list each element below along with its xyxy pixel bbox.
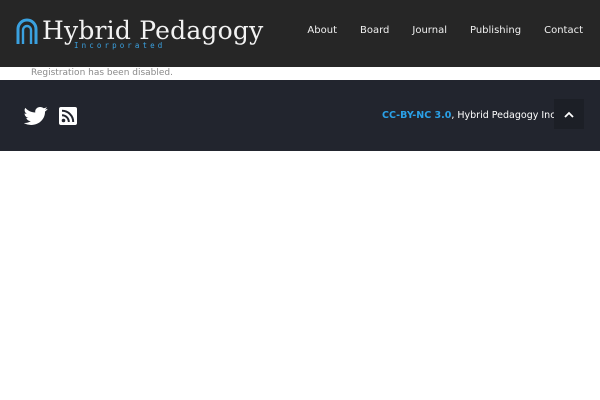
rss-link[interactable]	[59, 107, 83, 125]
logo-subtitle: Incorporated	[74, 41, 166, 50]
credit-separator: ,	[451, 110, 455, 121]
nav-item-board[interactable]: Board	[360, 25, 389, 36]
rss-icon	[59, 107, 77, 125]
credit-owner: Hybrid Pedagogy Inc.	[457, 110, 559, 121]
registration-notice: Registration has been disabled.	[31, 68, 173, 78]
nav-item-journal[interactable]: Journal	[412, 25, 447, 36]
site-footer: CC-BY-NC 3.0, Hybrid Pedagogy Inc.	[0, 80, 600, 151]
twitter-link[interactable]	[23, 107, 48, 125]
back-to-top-button[interactable]	[554, 99, 584, 129]
copyright-credit: CC-BY-NC 3.0, Hybrid Pedagogy Inc.	[382, 109, 558, 122]
nav-item-contact[interactable]: Contact	[544, 25, 583, 36]
twitter-icon	[23, 107, 48, 125]
nav-item-about[interactable]: About	[307, 25, 337, 36]
site-logo[interactable]: Hybrid Pedagogy Incorporated	[16, 14, 263, 54]
nav-item-publishing[interactable]: Publishing	[470, 25, 521, 36]
social-links	[23, 107, 83, 125]
site-header: Hybrid Pedagogy Incorporated About Board…	[0, 0, 600, 67]
notice-bar: Registration has been disabled.	[0, 67, 600, 80]
main-nav: About Board Journal Publishing Contact	[307, 0, 600, 60]
arch-logo-icon	[16, 18, 38, 44]
chevron-up-icon	[564, 111, 574, 118]
license-link[interactable]: CC-BY-NC 3.0	[382, 110, 451, 121]
